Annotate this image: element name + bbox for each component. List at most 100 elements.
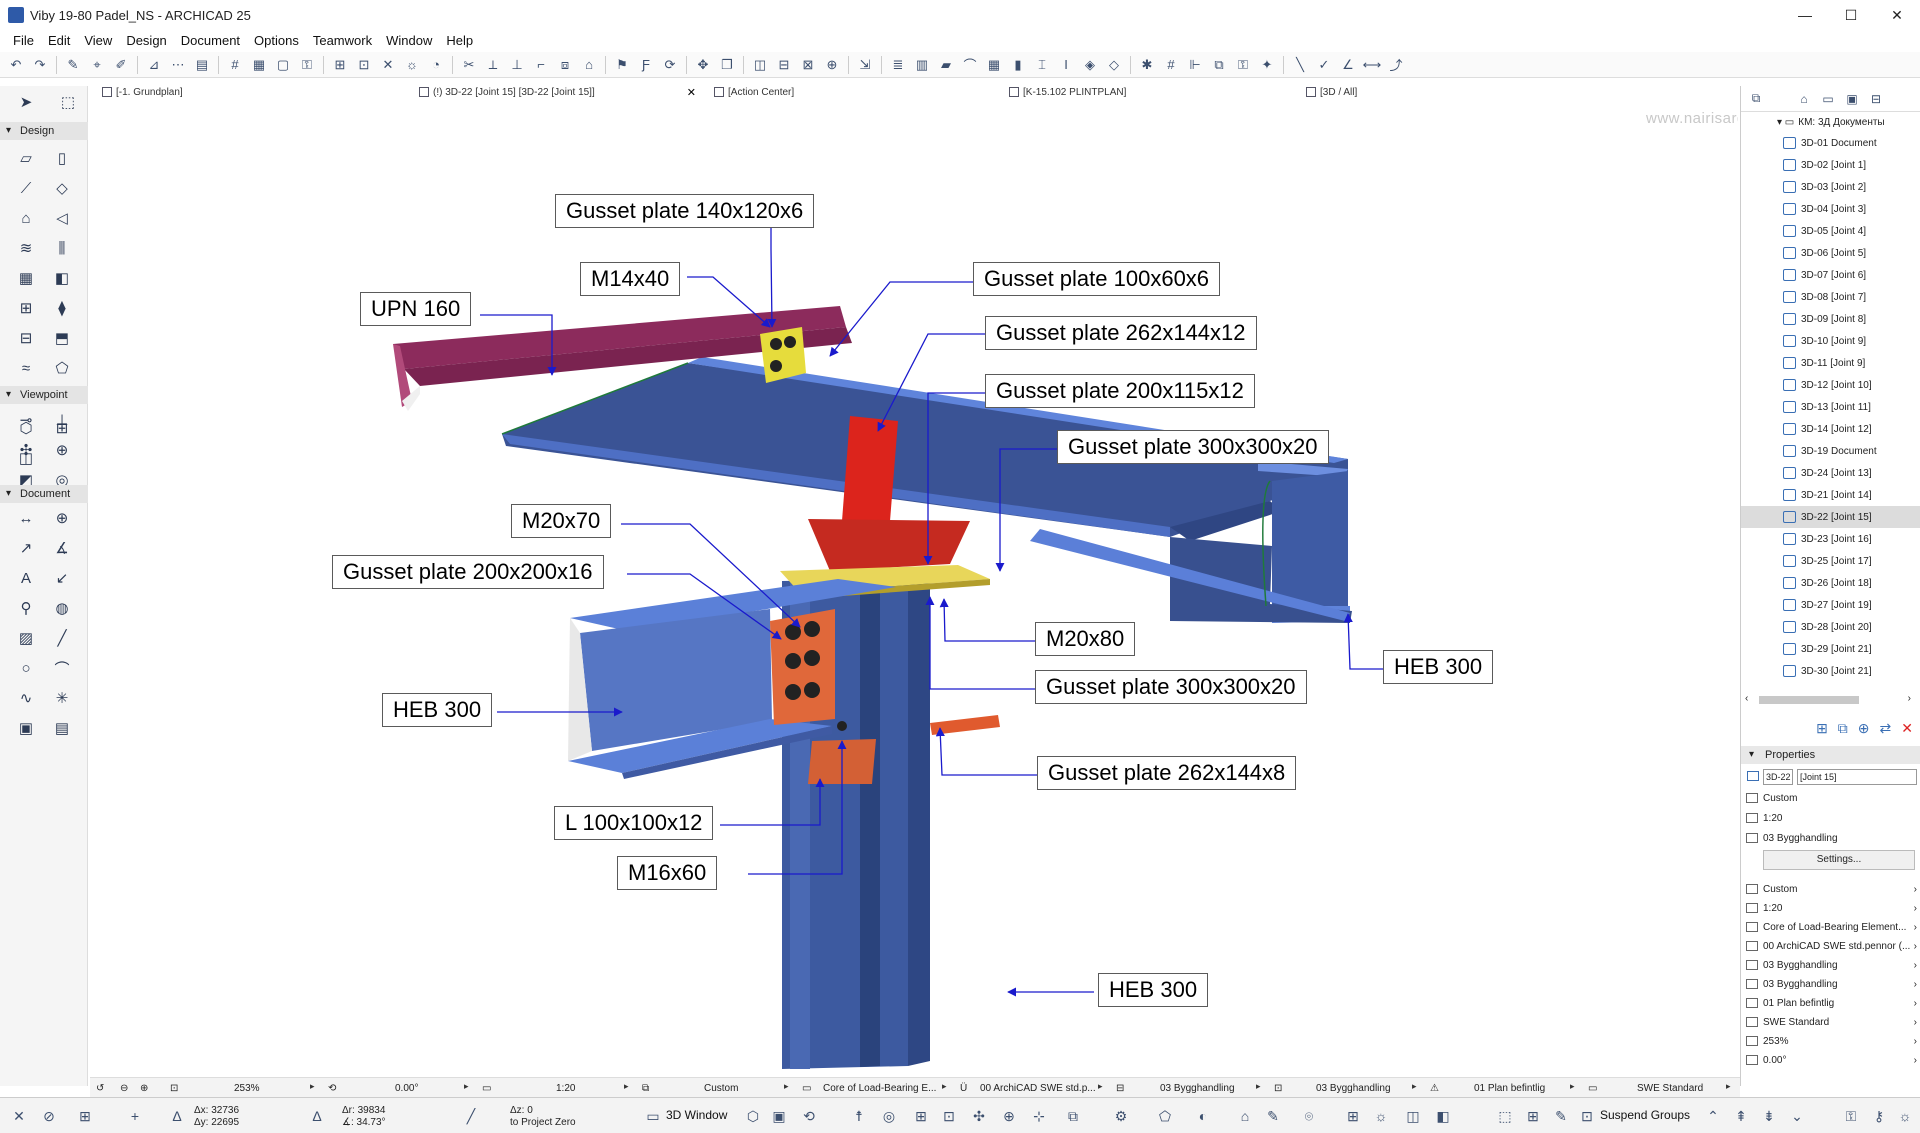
prop-row[interactable]: 01 Plan befintlig ›: [1741, 993, 1920, 1013]
drawing-tool-icon[interactable]: ▤: [50, 716, 74, 740]
layer-icon[interactable]: ▤: [192, 56, 212, 74]
navigator-item[interactable]: 3D-01 Document: [1741, 132, 1920, 154]
move-down-2-icon[interactable]: ⌄: [1788, 1107, 1806, 1125]
lock-icon[interactable]: ⚿: [297, 56, 317, 74]
wall-icon[interactable]: ▥: [912, 56, 932, 74]
lock-icon[interactable]: ⚿: [1842, 1107, 1860, 1125]
structure-value[interactable]: Core of Load-Bearing E...: [823, 1081, 936, 1095]
close-tab-icon[interactable]: ✕: [687, 86, 696, 99]
sun-icon[interactable]: ☼: [1896, 1107, 1914, 1125]
save-view-icon[interactable]: ⊕: [1858, 720, 1870, 737]
offset-icon[interactable]: ⧈: [555, 56, 575, 74]
text-style-icon[interactable]: Ƒ: [636, 56, 656, 74]
move-down-icon[interactable]: ⇟: [1760, 1107, 1778, 1125]
menu-file[interactable]: File: [6, 33, 41, 48]
arrow-tool-icon[interactable]: ➤: [14, 90, 38, 114]
suspend-groups-icon[interactable]: ⊡: [1578, 1107, 1596, 1125]
fillet-icon[interactable]: ⌐: [531, 56, 551, 74]
layer-combo-value[interactable]: Custom: [704, 1081, 738, 1095]
structure-icon[interactable]: ▭: [802, 1081, 811, 1095]
inject-icon[interactable]: ✐: [111, 56, 131, 74]
section-box-icon[interactable]: ⊡: [940, 1107, 958, 1125]
plus-icon[interactable]: +: [126, 1107, 144, 1125]
3d-window-button[interactable]: 3D Window: [666, 1108, 727, 1122]
lock-icon-2[interactable]: ⚿: [1233, 56, 1253, 74]
check-icon[interactable]: ✓: [1314, 56, 1334, 74]
filter-icon[interactable]: ⧉: [1064, 1107, 1082, 1125]
angle-dimension-tool-icon[interactable]: ∡: [50, 536, 74, 560]
mvo-icon[interactable]: ⊟: [1116, 1081, 1124, 1095]
navigator-item[interactable]: 3D-07 [Joint 6]: [1741, 264, 1920, 286]
hatch-icon[interactable]: ▦: [249, 56, 269, 74]
chevron-right-icon[interactable]: ▸: [1098, 1081, 1103, 1092]
menu-document[interactable]: Document: [174, 33, 247, 48]
pen-set-value[interactable]: 00 ArchiCAD SWE std.p...: [980, 1081, 1096, 1095]
close-button[interactable]: ✕: [1874, 0, 1920, 30]
explode-icon[interactable]: ✱: [1137, 56, 1157, 74]
mvo-value[interactable]: 03 Bygghandling: [1160, 1081, 1235, 1095]
move-view-icon[interactable]: ⇄: [1880, 720, 1892, 737]
refresh-icon[interactable]: ⟳: [660, 56, 680, 74]
prop-row[interactable]: 1:20 ›: [1741, 898, 1920, 918]
skylight-tool-icon[interactable]: ⧫: [50, 296, 74, 320]
suspend-groups-button[interactable]: Suspend Groups: [1600, 1108, 1690, 1122]
view-id-field[interactable]: 3D-22: [1763, 769, 1793, 785]
tab-3d-joint-15[interactable]: (!) 3D-22 [Joint 15] [3D-22 [Joint 15]] …: [415, 83, 700, 101]
chevron-right-icon[interactable]: ▸: [310, 1081, 315, 1092]
unlock-icon[interactable]: ⚷: [1870, 1107, 1888, 1125]
3d-canvas[interactable]: www.nairisargsyan.com: [90, 101, 1738, 1082]
arrange-icon[interactable]: ⧉: [1209, 56, 1229, 74]
navigator-item[interactable]: 3D-14 [Joint 12]: [1741, 418, 1920, 440]
prop-row[interactable]: 00 ArchiCAD SWE std.pennor (... ›: [1741, 936, 1920, 956]
navigator-item[interactable]: 3D-21 [Joint 14]: [1741, 484, 1920, 506]
cross-icon[interactable]: ✕: [378, 56, 398, 74]
explore-icon[interactable]: ◎: [880, 1107, 898, 1125]
shell-tool-icon[interactable]: ◁: [50, 206, 74, 230]
flag-icon[interactable]: ⚑: [612, 56, 632, 74]
redo-icon[interactable]: ↷: [30, 56, 50, 74]
dimension-tool-icon[interactable]: ↔: [14, 506, 38, 530]
navigator-item[interactable]: 3D-27 [Joint 19]: [1741, 594, 1920, 616]
chevron-right-icon[interactable]: ▸: [942, 1081, 947, 1092]
tab-3d-all[interactable]: [3D / All]: [1302, 83, 1582, 101]
dimension-icon[interactable]: ▭: [1588, 1081, 1597, 1095]
publisher-icon[interactable]: ⊟: [1867, 91, 1885, 107]
orbit-point-icon[interactable]: ⊹: [1030, 1107, 1048, 1125]
morph-tool-icon[interactable]: ⬠: [50, 356, 74, 380]
chevron-right-icon[interactable]: ▸: [1570, 1081, 1575, 1092]
elevation-icon[interactable]: ⊠: [798, 56, 818, 74]
scroll-left-icon[interactable]: ‹: [1745, 693, 1748, 704]
sun-icon[interactable]: ☼: [402, 56, 422, 74]
navigator-item[interactable]: 3D-08 [Joint 7]: [1741, 286, 1920, 308]
tab-action-center[interactable]: [Action Center]: [710, 83, 990, 101]
navigator-item[interactable]: 3D-10 [Joint 9]: [1741, 330, 1920, 352]
fill-tool-icon[interactable]: ◍: [50, 596, 74, 620]
prop-row[interactable]: 1:20: [1741, 808, 1920, 828]
zoom-value[interactable]: 253%: [234, 1081, 260, 1095]
guide-lines-icon[interactable]: ⊿: [144, 56, 164, 74]
chevron-right-icon[interactable]: ▸: [464, 1081, 469, 1092]
house-icon[interactable]: ⌂: [579, 56, 599, 74]
organizer-icon[interactable]: ⧉: [1747, 91, 1765, 107]
marquee-tool-icon[interactable]: ⬚: [56, 90, 80, 114]
navigator-item[interactable]: 3D-29 [Joint 21]: [1741, 638, 1920, 660]
snap-guides-icon[interactable]: ⋯: [168, 56, 188, 74]
graphic-override-icon[interactable]: ⊡: [1274, 1081, 1282, 1095]
mesh-icon[interactable]: ◇: [1104, 56, 1124, 74]
line-tool-icon[interactable]: ╱: [50, 626, 74, 650]
trim-icon[interactable]: ⟂: [483, 56, 503, 74]
dimension-value[interactable]: SWE Standard: [1637, 1081, 1703, 1095]
navigator-item[interactable]: 3D-28 [Joint 20]: [1741, 616, 1920, 638]
chevron-right-icon[interactable]: ▸: [624, 1081, 629, 1092]
marquee-icon[interactable]: ✣: [970, 1107, 988, 1125]
navigator-item[interactable]: 3D-03 [Joint 2]: [1741, 176, 1920, 198]
grid-icon[interactable]: #: [1161, 56, 1181, 74]
figure-tool-icon[interactable]: ▣: [14, 716, 38, 740]
navigator-item[interactable]: 3D-12 [Joint 10]: [1741, 374, 1920, 396]
paint-icon[interactable]: ✎: [1264, 1107, 1282, 1125]
maximize-button[interactable]: ☐: [1828, 0, 1874, 30]
slab-icon[interactable]: ▰: [936, 56, 956, 74]
settings-button[interactable]: Settings...: [1763, 850, 1915, 870]
move-up-icon[interactable]: ⌃: [1704, 1107, 1722, 1125]
rotate-icon[interactable]: ⟲: [328, 1081, 336, 1095]
